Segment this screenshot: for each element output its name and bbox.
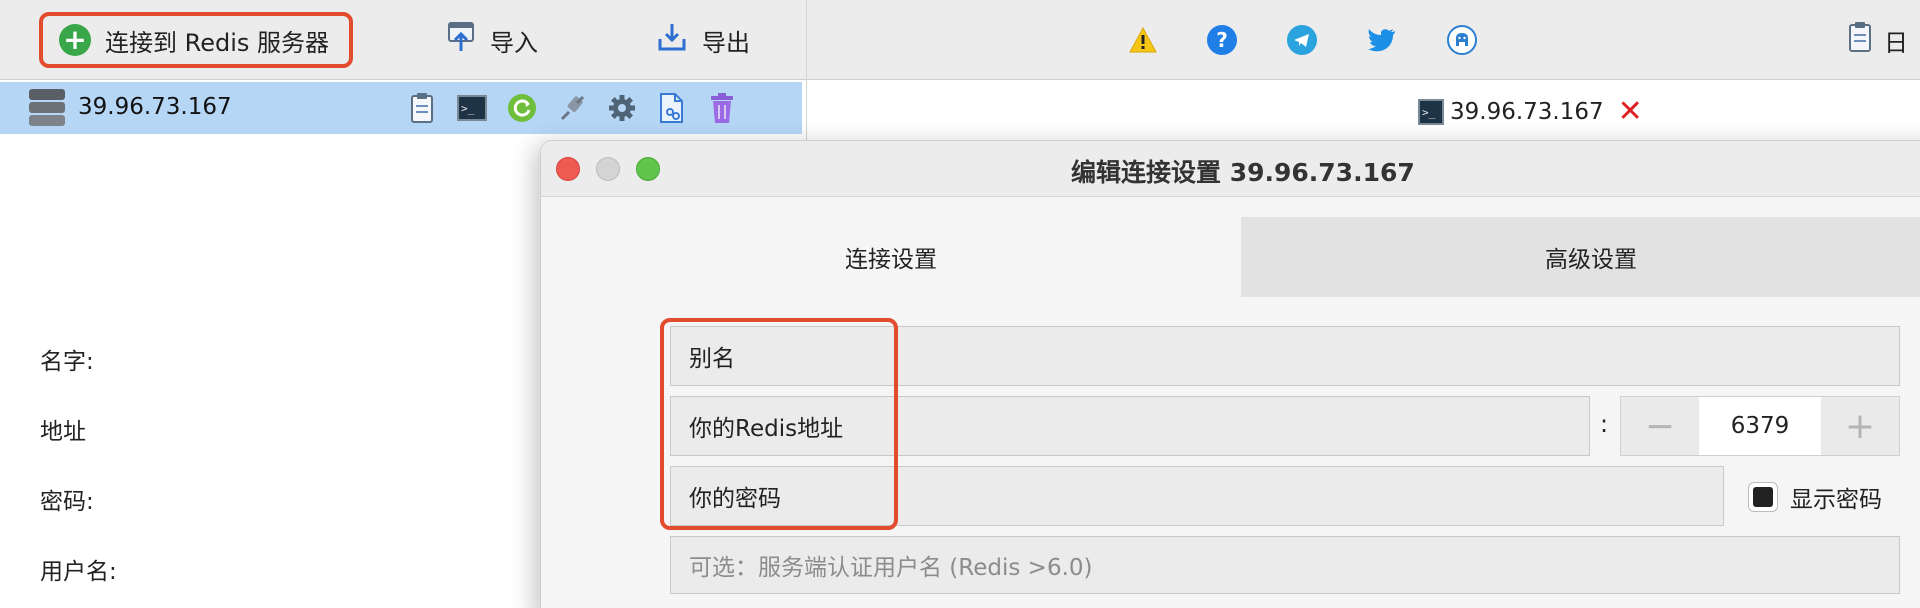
dialog-titlebar[interactable]: 编辑连接设置 39.96.73.167: [541, 141, 1920, 197]
close-icon[interactable]: ✕: [1618, 97, 1643, 127]
disconnect-icon[interactable]: [556, 92, 588, 124]
username-label: 用户名:: [40, 559, 117, 585]
help-icon[interactable]: ?: [1206, 24, 1238, 56]
window-close-button[interactable]: [556, 157, 580, 181]
show-password-label: 显示密码: [1790, 487, 1882, 513]
password-label: 密码:: [40, 489, 94, 515]
export-icon: [656, 21, 688, 59]
window-maximize-button[interactable]: [636, 157, 660, 181]
copy-config-icon[interactable]: [656, 92, 688, 124]
server-tab-label: 39.96.73.167: [1450, 99, 1604, 125]
server-name: 39.96.73.167: [78, 94, 232, 120]
port-separator: :: [1600, 410, 1609, 438]
connect-redis-label: 连接到 Redis 服务器: [105, 28, 330, 57]
clipboard-icon: [1848, 21, 1872, 59]
connect-redis-button[interactable]: + 连接到 Redis 服务器: [39, 12, 353, 68]
import-button[interactable]: 导入: [446, 12, 538, 68]
server-tab[interactable]: >_ 39.96.73.167 ✕: [1418, 92, 1643, 132]
dialog-tabs: 连接设置 高级设置: [541, 217, 1920, 297]
port-increment-button[interactable]: +: [1821, 397, 1899, 455]
github-icon[interactable]: [1446, 24, 1478, 56]
username-field[interactable]: 可选：服务端认证用户名 (Redis >6.0): [670, 536, 1900, 594]
name-label: 名字:: [40, 349, 94, 375]
warning-icon[interactable]: [1127, 24, 1159, 56]
window-minimize-button[interactable]: [596, 157, 620, 181]
reload-icon[interactable]: [506, 92, 538, 124]
terminal-icon[interactable]: >_: [456, 92, 488, 124]
database-icon: [28, 88, 66, 128]
username-placeholder: 可选：服务端认证用户名 (Redis >6.0): [689, 555, 1093, 581]
right-toolbar: ?: [807, 0, 1920, 80]
port-input[interactable]: 6379: [1699, 397, 1821, 455]
server-row[interactable]: 39.96.73.167 >_: [0, 82, 802, 134]
show-password-checkbox[interactable]: 显示密码: [1748, 480, 1882, 514]
plus-circle-icon: +: [59, 24, 91, 56]
export-button[interactable]: 导出: [656, 12, 750, 68]
annotation-highlight-box: [660, 318, 898, 530]
port-decrement-button[interactable]: −: [1621, 397, 1699, 455]
telegram-icon[interactable]: [1286, 24, 1318, 56]
address-label: 地址: [40, 419, 86, 445]
gear-icon[interactable]: [606, 92, 638, 124]
port-stepper[interactable]: − 6379 +: [1620, 396, 1900, 456]
tab-connection-settings[interactable]: 连接设置: [541, 217, 1241, 297]
checkbox-box[interactable]: [1748, 482, 1778, 512]
dialog-title: 编辑连接设置 39.96.73.167: [1071, 158, 1415, 187]
import-icon: [446, 21, 476, 59]
export-label: 导出: [702, 28, 750, 57]
tab-advanced-settings[interactable]: 高级设置: [1241, 217, 1920, 297]
terminal-icon: >_: [1418, 99, 1444, 125]
log-button[interactable]: 日: [1848, 20, 1908, 60]
trash-icon[interactable]: [706, 92, 738, 124]
import-label: 导入: [490, 28, 538, 57]
clipboard-icon[interactable]: [406, 92, 438, 124]
log-label: 日: [1884, 28, 1908, 57]
twitter-icon[interactable]: [1366, 24, 1398, 56]
left-toolbar: + 连接到 Redis 服务器 导入 导出: [0, 0, 806, 80]
